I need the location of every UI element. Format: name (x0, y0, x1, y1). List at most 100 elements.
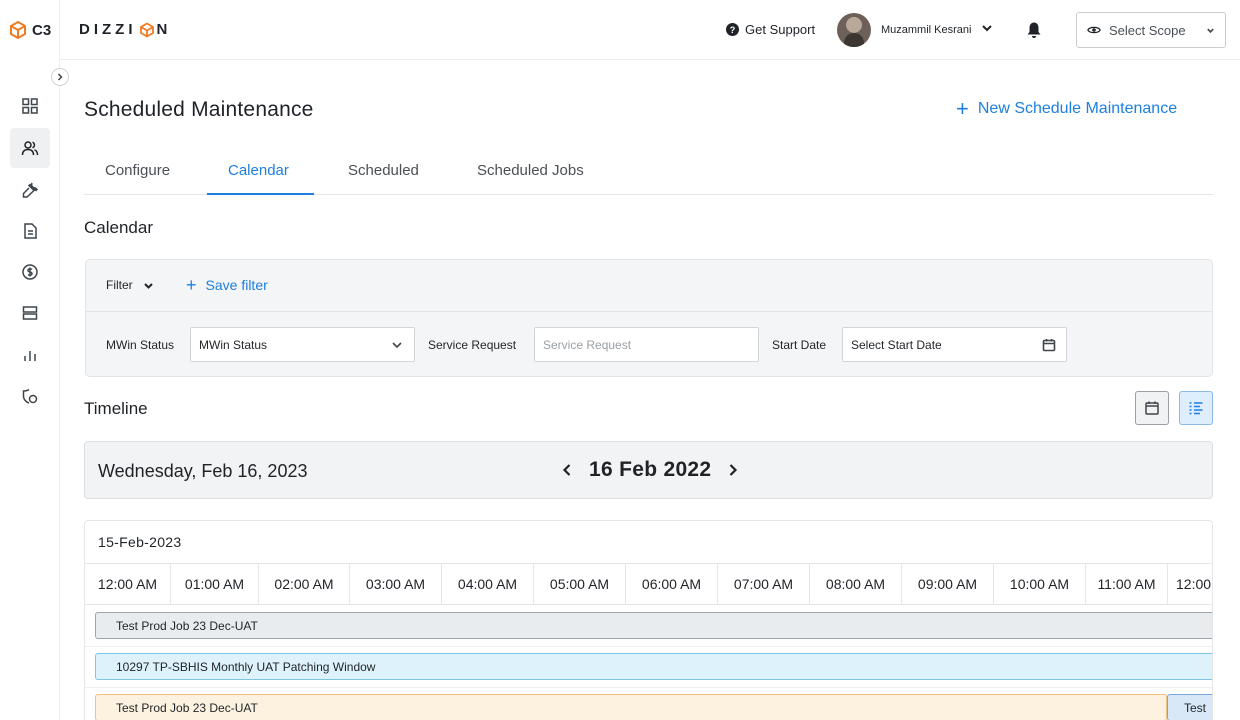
document-icon (24, 223, 37, 239)
mwin-status-value: MWin Status (199, 337, 268, 352)
sidebar-item-dashboard[interactable] (10, 86, 50, 126)
list-view-button[interactable] (1179, 391, 1213, 425)
plus-icon: + (186, 275, 197, 295)
hour-cell: 12:00 AM (85, 564, 171, 604)
sidebar-item-documents[interactable] (10, 211, 50, 251)
sidebar-item-security[interactable] (10, 376, 50, 416)
chevron-down-icon (143, 282, 153, 289)
sidebar-item-billing[interactable] (10, 252, 50, 292)
brand[interactable]: C3 (8, 20, 51, 40)
timeline-date: 15-Feb-2023 (98, 534, 182, 550)
users-icon (21, 141, 39, 156)
list-icon (1189, 402, 1203, 415)
select-scope-placeholder: Select Scope (1109, 22, 1186, 38)
filter-panel: Filter + Save filter MWin Status MWin St… (85, 259, 1213, 377)
filter-label: Filter (106, 278, 133, 292)
calendar-section-title: Calendar (84, 218, 153, 237)
current-date: 16 Feb 2022 (589, 458, 712, 481)
chevron-down-icon (392, 342, 402, 349)
chevron-down-icon (1207, 28, 1214, 33)
wrench-icon (22, 182, 39, 198)
previous-date-chevron-icon[interactable] (561, 463, 573, 477)
timeline-row: Test Prod Job 23 Dec-UAT (85, 606, 1212, 647)
sidebar-item-users[interactable] (10, 128, 50, 168)
hour-cell: 06:00 AM (626, 564, 718, 604)
hour-cell: 04:00 AM (442, 564, 534, 604)
hour-cell: 09:00 AM (902, 564, 994, 604)
select-scope-dropdown[interactable]: Select Scope (1076, 12, 1226, 48)
sidebar: C3 (0, 0, 60, 720)
job-bar[interactable]: Test Prod Job 23 Dec-UAT (95, 694, 1167, 720)
start-date-picker[interactable]: Select Start Date (842, 327, 1067, 362)
bar-chart-icon (24, 351, 36, 361)
tab-calendar[interactable]: Calendar (228, 162, 289, 179)
date-navigator: Wednesday, Feb 16, 2023 16 Feb 2022 (84, 441, 1213, 499)
calendar-icon (1042, 339, 1056, 352)
tab-configure[interactable]: Configure (105, 162, 170, 179)
hour-cell: 02:00 AM (259, 564, 350, 604)
service-request-input[interactable]: Service Request (534, 327, 759, 362)
user-menu[interactable]: Muzammil Kesrani (837, 13, 993, 47)
start-date-label: Start Date (772, 338, 827, 352)
eye-icon (1087, 26, 1101, 34)
sidebar-item-reports[interactable] (10, 335, 50, 375)
get-support-link[interactable]: ? Get Support (726, 22, 815, 37)
hour-cell: 08:00 AM (810, 564, 902, 604)
help-icon: ? (726, 23, 739, 36)
hour-cell: 01:00 AM (171, 564, 259, 604)
save-filter-label: Save filter (205, 277, 268, 293)
chevron-down-icon (981, 21, 993, 39)
hour-cell: 12:00 PM (1168, 564, 1212, 604)
active-tab-indicator (207, 193, 314, 195)
sidebar-item-servers[interactable] (10, 293, 50, 333)
service-request-label: Service Request (428, 338, 517, 352)
brand-name: C3 (32, 21, 52, 39)
service-request-placeholder: Service Request (543, 337, 632, 352)
selected-day-label: Wednesday, Feb 16, 2023 (98, 461, 308, 481)
save-filter-button[interactable]: + Save filter (186, 275, 268, 295)
dashboard-grid-icon (22, 98, 38, 114)
sidebar-collapse-toggle[interactable] (51, 68, 69, 86)
hour-cell: 11:00 AM (1086, 564, 1168, 604)
tab-scheduled-jobs[interactable]: Scheduled Jobs (477, 162, 584, 179)
next-date-chevron-icon[interactable] (727, 463, 739, 477)
billing-dollar-icon (22, 264, 38, 280)
timeline-section-title: Timeline (84, 399, 148, 418)
user-name: Muzammil Kesrani (881, 24, 972, 36)
mwin-status-select[interactable]: MWin Status (190, 327, 415, 362)
date-nav-controls: 16 Feb 2022 (561, 458, 739, 482)
page-title: Scheduled Maintenance (84, 98, 314, 121)
notification-bell-icon[interactable] (1026, 21, 1042, 39)
calendar-icon (1145, 401, 1159, 415)
security-shield-icon (22, 388, 38, 404)
sidebar-item-tools[interactable] (10, 169, 50, 209)
timeline-hours: 12:00 AM 01:00 AM 02:00 AM 03:00 AM 04:0… (85, 563, 1212, 605)
new-schedule-maintenance-button[interactable]: + New Schedule Maintenance (956, 96, 1178, 121)
job-bar[interactable]: Test (1167, 694, 1212, 720)
dizzion-logo[interactable]: DIZZI N (79, 21, 171, 38)
get-support-label: Get Support (745, 22, 816, 37)
timeline-row: Test Prod Job 23 Dec-UAT Test (85, 688, 1212, 720)
filter-header: Filter + Save filter (86, 260, 1212, 312)
logo-text-left: DIZZI (79, 21, 137, 38)
new-schedule-maintenance-label: New Schedule Maintenance (977, 100, 1178, 117)
server-icon (22, 306, 38, 320)
hour-cell: 07:00 AM (718, 564, 810, 604)
logo-cube-icon (139, 21, 154, 38)
job-bar[interactable]: 10297 TP-SBHIS Monthly UAT Patching Wind… (95, 653, 1212, 680)
top-bar: DIZZI N ? Get Support Muzammil Kesrani S… (60, 0, 1240, 60)
hour-cell: 03:00 AM (350, 564, 442, 604)
filter-toggle[interactable]: Filter (106, 278, 154, 292)
tab-scheduled[interactable]: Scheduled (348, 162, 419, 179)
hour-cell: 10:00 AM (994, 564, 1086, 604)
timeline-row: 10297 TP-SBHIS Monthly UAT Patching Wind… (85, 647, 1212, 688)
cube-logo-icon (10, 20, 26, 40)
tab-bar: Configure Calendar Scheduled Scheduled J… (84, 152, 1213, 195)
mwin-status-label: MWin Status (106, 338, 175, 352)
start-date-value: Select Start Date (851, 337, 942, 352)
avatar (837, 13, 871, 47)
plus-icon: + (956, 96, 969, 121)
job-bar[interactable]: Test Prod Job 23 Dec-UAT (95, 612, 1212, 639)
chevron-right-icon (57, 73, 63, 81)
calendar-view-button[interactable] (1135, 391, 1169, 425)
